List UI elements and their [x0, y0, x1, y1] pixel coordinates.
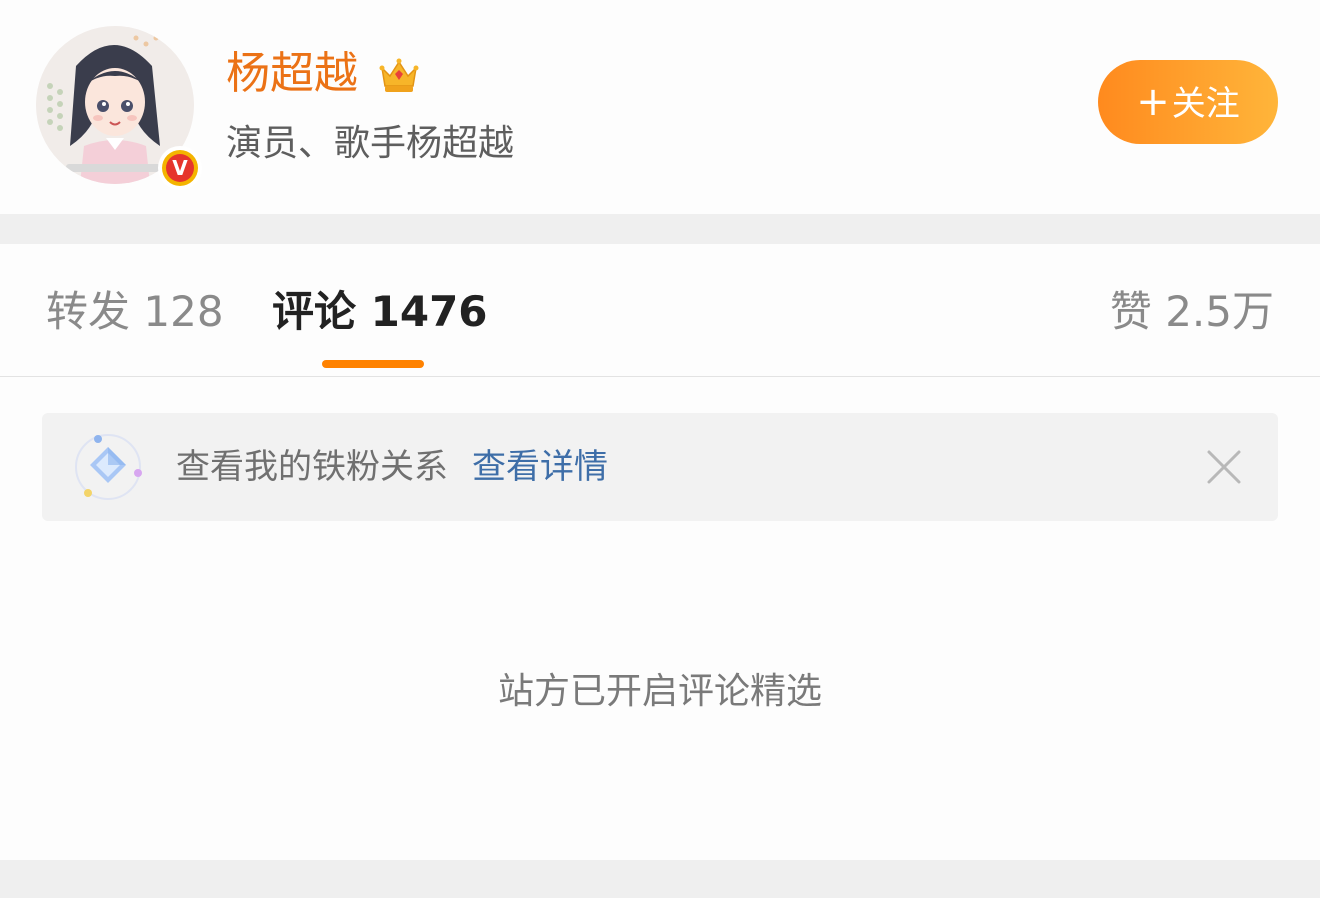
tab-repost-label: 转发: [46, 287, 131, 336]
tab-comment[interactable]: 评论 1476: [272, 282, 488, 342]
fan-relation-banner[interactable]: 查看我的铁粉关系 查看详情: [42, 413, 1278, 521]
weibo-comments-page: V 杨超越 演员、歌手杨超越 +关注 转发 128 评论 1476 赞 2.5万: [0, 0, 1320, 898]
plus-icon: +: [1136, 79, 1170, 125]
profile-bio: 演员、歌手杨超越: [226, 123, 515, 164]
tab-like-count: 2.5万: [1165, 287, 1274, 336]
interaction-tabs: 转发 128 评论 1476 赞 2.5万: [0, 244, 1320, 377]
view-details-link[interactable]: 查看详情: [472, 441, 608, 493]
fan-relation-text: 查看我的铁粉关系: [176, 447, 448, 487]
verified-badge: V: [158, 146, 202, 190]
diamond-fan-icon: [75, 434, 142, 500]
tab-like[interactable]: 赞 2.5万: [1110, 282, 1274, 342]
tab-comment-label: 评论: [272, 287, 357, 336]
follow-label: 关注: [1171, 84, 1240, 124]
follow-button[interactable]: +关注: [1098, 60, 1278, 144]
active-tab-indicator: [322, 360, 424, 368]
verified-v-icon: V: [166, 154, 194, 182]
section-divider: [0, 214, 1320, 244]
tab-repost-count: 128: [143, 287, 224, 336]
tab-like-label: 赞: [1109, 287, 1152, 336]
profile-header: V 杨超越 演员、歌手杨超越 +关注: [0, 0, 1320, 214]
crown-icon: [379, 58, 419, 92]
tab-repost[interactable]: 转发 128: [46, 282, 224, 342]
close-icon[interactable]: [1204, 447, 1244, 487]
tab-comment-count: 1476: [370, 287, 488, 336]
comment-curation-notice: 站方已开启评论精选: [497, 671, 822, 712]
bottom-divider: [0, 860, 1320, 898]
username[interactable]: 杨超越: [226, 44, 358, 104]
